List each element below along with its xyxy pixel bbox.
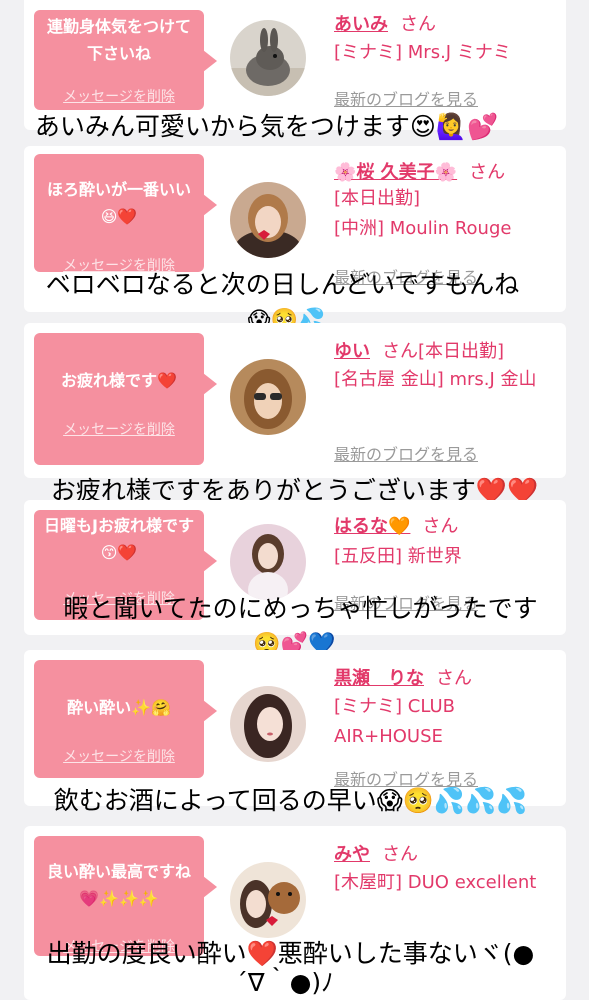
name-row: あいみ さん xyxy=(334,10,436,36)
message-text: 酔い酔い✨🤗 xyxy=(67,698,171,717)
profile-photo xyxy=(230,182,306,258)
message-bubble: お疲れ様です❤️ メッセージを削除 xyxy=(34,333,217,465)
shop-info-line: [五反田] 新世界 xyxy=(334,546,462,567)
name-row: 黒瀬 りな さん xyxy=(334,664,472,690)
message-bubble: ほろ酔いが一番いい😆❤️ メッセージを削除 xyxy=(34,154,217,274)
avatar[interactable] xyxy=(230,686,306,762)
delete-message-link[interactable]: メッセージを削除 xyxy=(34,746,204,766)
honorific: さん xyxy=(422,516,459,537)
cast-name-link[interactable]: はるな🧡 xyxy=(334,516,410,537)
message-bubble: 連勤身体気をつけて下さいね メッセージを削除 xyxy=(34,10,217,110)
message-text: お疲れ様です❤️ xyxy=(61,371,177,390)
profile-photo xyxy=(230,359,306,435)
avatar[interactable] xyxy=(230,20,306,96)
avatar[interactable] xyxy=(230,182,306,258)
message-text: 連勤身体気をつけて下さいね xyxy=(46,17,191,63)
name-row: はるな🧡 さん xyxy=(334,512,458,538)
reply-comment: 飲むお酒によって回るの早い😱🥺💦💦💦 xyxy=(53,786,528,815)
honorific: さん xyxy=(382,844,418,865)
shop-info-line: [ミナミ] Mrs.J ミナミ xyxy=(334,42,511,63)
profile-photo xyxy=(230,524,306,600)
delete-message-link[interactable]: メッセージを削除 xyxy=(34,86,204,106)
message-text: 日曜もJお疲れ様です😙❤️ xyxy=(44,516,194,562)
honorific: さん xyxy=(436,668,472,689)
honorific: さん xyxy=(469,162,506,183)
message-card: 酔い酔い✨🤗 メッセージを削除 黒瀬 りな さん [ミナミ] CLUB AIR+H… xyxy=(24,650,566,806)
cast-name-link[interactable]: あいみ xyxy=(334,14,388,35)
shop-info-line: [名古屋 金山] mrs.J 金山 xyxy=(334,369,537,390)
name-row: 🌸桜 久美子🌸 さん xyxy=(334,158,505,184)
reply-comment: 暇と聞いてたのにめっちゃ忙しがったです xyxy=(63,594,538,623)
attendance-status: [本日出勤] xyxy=(418,341,505,362)
avatar[interactable] xyxy=(230,862,306,938)
avatar[interactable] xyxy=(230,359,306,435)
name-row: ゆい さん[本日出勤] xyxy=(334,337,504,363)
rabbit-photo xyxy=(230,20,306,96)
message-card: お疲れ様です❤️ メッセージを削除 ゆい さん[本日出勤] [名古屋 金山] mr… xyxy=(24,323,566,478)
cast-name-link[interactable]: 黒瀬 りな xyxy=(334,668,424,689)
shop-info-line: [ミナミ] CLUB AIR+HOUSE xyxy=(334,696,455,747)
shop-info: [本日出勤] [中洲] Moulin Rouge xyxy=(334,184,556,244)
shop-info: [ミナミ] CLUB AIR+HOUSE xyxy=(334,692,556,752)
delete-message-link[interactable]: メッセージを削除 xyxy=(34,419,204,439)
shop-info: [ミナミ] Mrs.J ミナミ xyxy=(334,38,556,68)
avatar[interactable] xyxy=(230,524,306,600)
reply-comment: ベロベロなると次の日しんどいですもんね xyxy=(45,270,520,299)
name-row: みや さん xyxy=(334,840,418,866)
reply-comment: あいみん可愛いから気をつけます😍🙋‍♀️💕 xyxy=(34,112,499,141)
cast-name-link[interactable]: みや xyxy=(334,844,370,865)
message-text: ほろ酔いが一番いい😆❤️ xyxy=(46,180,191,226)
profile-photo xyxy=(230,686,306,762)
honorific: さん xyxy=(382,341,418,362)
latest-blog-link[interactable]: 最新のブログを見る xyxy=(334,441,478,465)
cast-name-link[interactable]: 🌸桜 久美子🌸 xyxy=(334,162,457,183)
message-bubble: 酔い酔い✨🤗 メッセージを削除 xyxy=(34,660,217,778)
shop-info: [名古屋 金山] mrs.J 金山 xyxy=(334,365,556,395)
latest-blog-link[interactable]: 最新のブログを見る xyxy=(334,86,478,110)
honorific: さん xyxy=(400,14,436,35)
shop-info-line: [本日出勤] xyxy=(334,188,421,209)
profile-photo xyxy=(230,862,306,938)
shop-info-line: [木屋町] DUO excellent xyxy=(334,872,537,893)
shop-info-line: [中洲] Moulin Rouge xyxy=(334,218,512,239)
cast-name-link[interactable]: ゆい xyxy=(334,341,370,362)
reply-comment-cont: ´∇｀●)ﾉ xyxy=(235,968,334,997)
shop-info: [木屋町] DUO excellent xyxy=(334,868,556,898)
message-text: 良い酔い最高ですね💗✨✨✨ xyxy=(46,862,191,908)
shop-info: [五反田] 新世界 xyxy=(334,542,556,572)
